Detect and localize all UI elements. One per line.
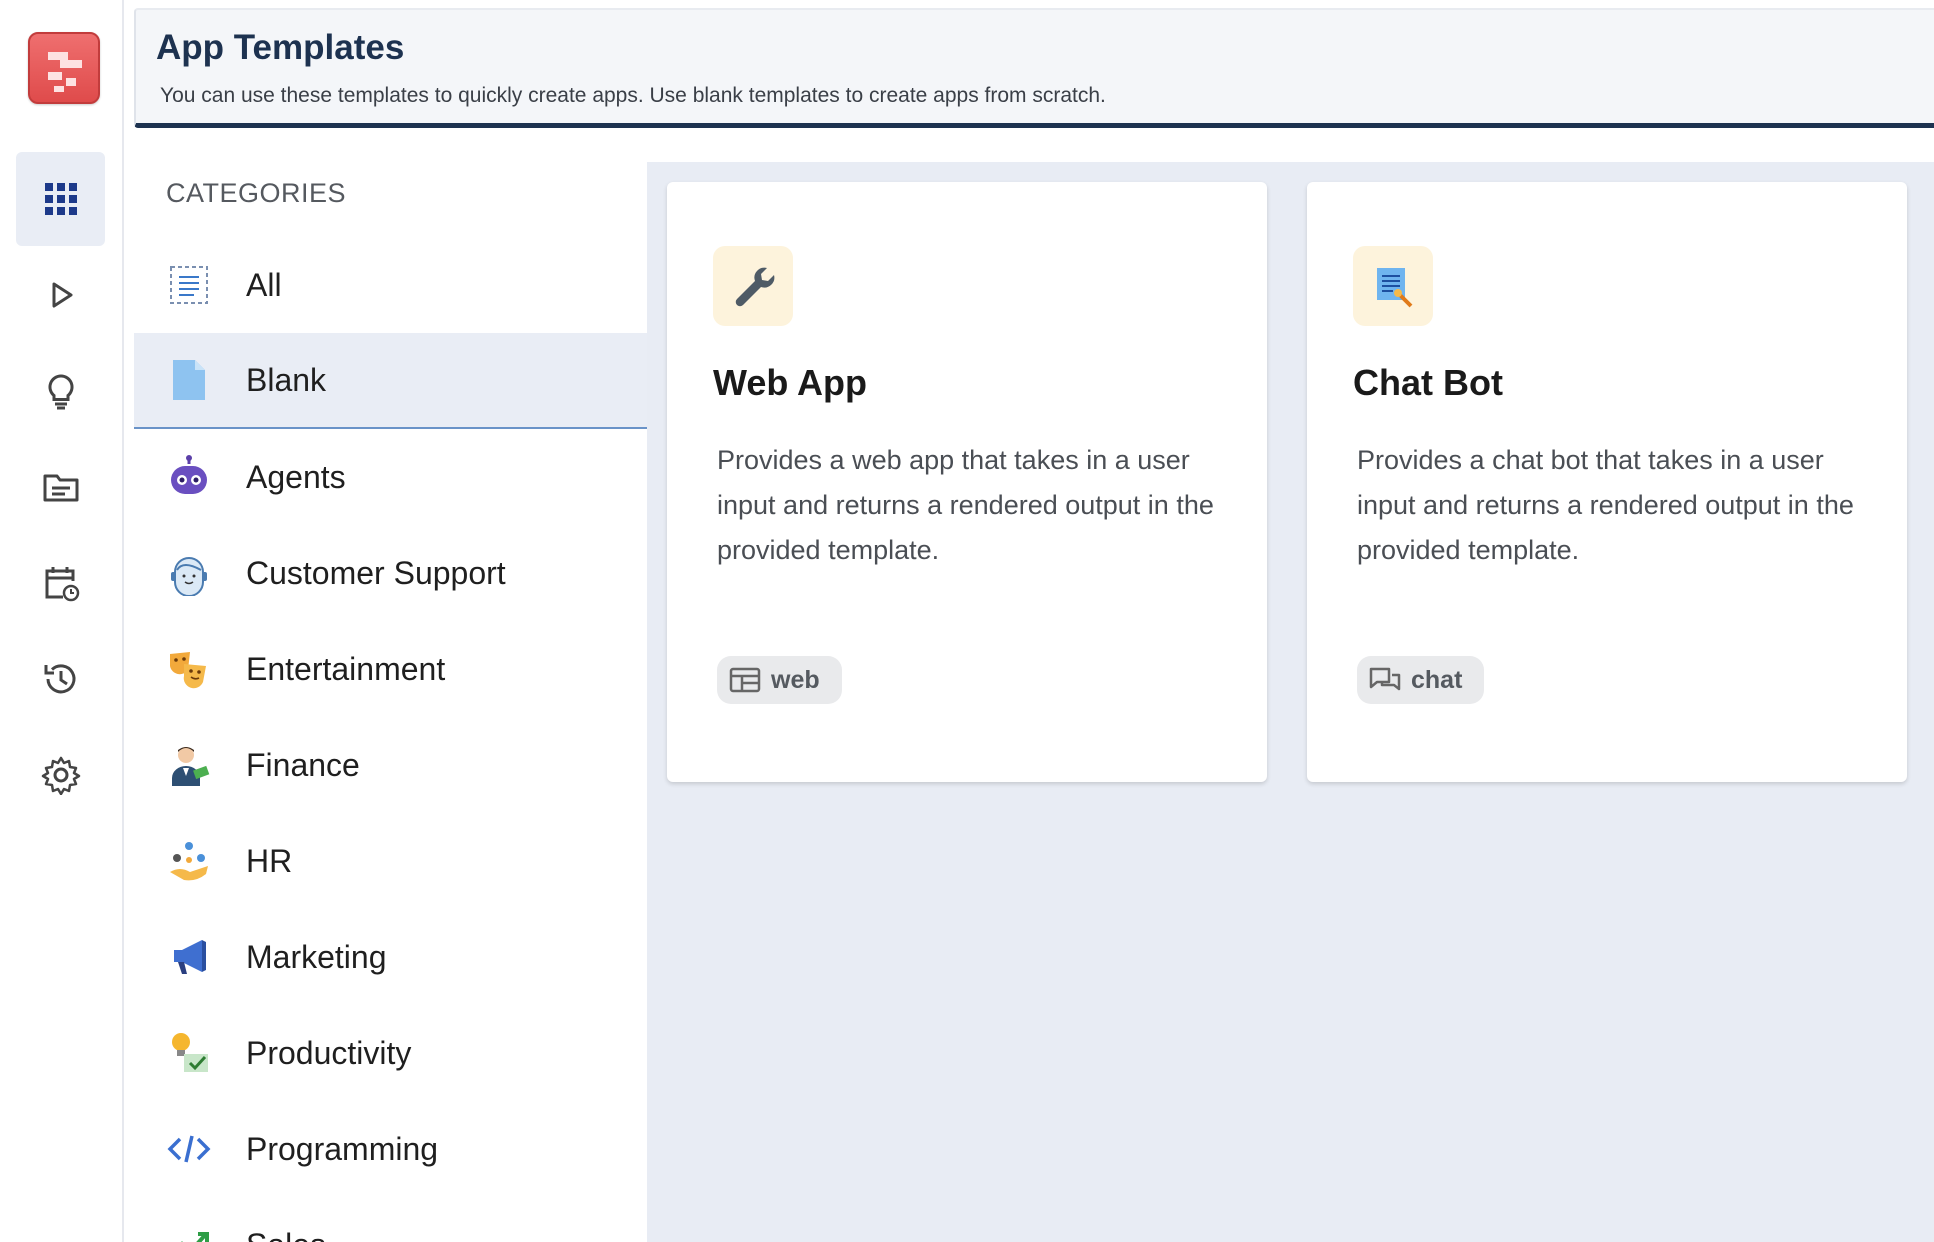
tag-chip-chat: chat: [1357, 656, 1485, 704]
wrench-icon: [735, 267, 775, 307]
page-header: App Templates You can use these template…: [134, 8, 1934, 128]
card-icon-container: [1353, 246, 1433, 326]
apps-grid-icon: [44, 183, 77, 215]
rail-templates-button[interactable]: [16, 152, 105, 246]
category-item-hr[interactable]: HR: [134, 813, 647, 909]
rail-ideas-button[interactable]: [16, 344, 105, 438]
category-label: Marketing: [246, 938, 387, 975]
tag-label: chat: [1411, 665, 1463, 694]
category-item-finance[interactable]: Finance: [134, 717, 647, 813]
category-item-all[interactable]: All: [134, 237, 647, 333]
rail-history-button[interactable]: [16, 632, 105, 726]
category-item-blank[interactable]: Blank: [134, 333, 647, 429]
tag-label: web: [771, 665, 820, 694]
lightbulb-icon: [48, 374, 73, 410]
list-icon: [166, 262, 212, 308]
finance-person-icon: [166, 742, 212, 788]
category-label: Entertainment: [246, 650, 446, 687]
card-title: Web App: [713, 362, 867, 403]
category-label: HR: [246, 842, 293, 879]
robot-icon: [166, 454, 212, 500]
code-icon: [166, 1126, 212, 1172]
app-logo[interactable]: [28, 32, 100, 104]
page-title: App Templates: [156, 28, 405, 67]
megaphone-icon: [166, 934, 212, 980]
card-icon-container: [713, 246, 793, 326]
tag-chip-web: web: [717, 656, 842, 704]
category-label: Productivity: [246, 1034, 412, 1071]
productivity-icon: [166, 1030, 212, 1076]
hr-people-icon: [166, 838, 212, 884]
chat-bubbles-icon: [1369, 667, 1401, 691]
play-icon: [52, 282, 72, 308]
category-label: Customer Support: [246, 554, 506, 591]
category-item-agents[interactable]: Agents: [134, 429, 647, 525]
category-label: Blank: [246, 361, 327, 398]
template-card-web-app[interactable]: Web App Provides a web app that takes in…: [667, 182, 1267, 782]
category-item-productivity[interactable]: Productivity: [134, 1005, 647, 1101]
category-label: Programming: [246, 1130, 439, 1167]
category-item-customer-support[interactable]: Customer Support: [134, 525, 647, 621]
category-item-entertainment[interactable]: Entertainment: [134, 621, 647, 717]
card-title: Chat Bot: [1353, 362, 1503, 403]
web-layout-icon: [729, 667, 761, 693]
category-label: Finance: [246, 746, 360, 783]
category-label: Agents: [246, 458, 346, 495]
calendar-history-icon: [45, 567, 79, 602]
category-label: Sales: [246, 1227, 326, 1242]
category-item-marketing[interactable]: Marketing: [134, 909, 647, 1005]
category-item-sales[interactable]: Sales: [134, 1197, 647, 1242]
history-icon: [44, 664, 75, 694]
theater-masks-icon: [166, 646, 212, 692]
category-label: All: [246, 266, 282, 303]
categories-panel: CATEGORIES All Blank Agents Customer Sup…: [134, 162, 647, 1242]
template-card-chat-bot[interactable]: Chat Bot Provides a chat bot that takes …: [1307, 182, 1907, 782]
card-description: Provides a web app that takes in a user …: [717, 445, 1214, 565]
templates-grid: Web App Provides a web app that takes in…: [647, 162, 1934, 1242]
card-description: Provides a chat bot that takes in a user…: [1357, 445, 1854, 565]
blank-document-icon: [166, 357, 212, 403]
rail-run-button[interactable]: [16, 248, 105, 342]
folder-icon: [43, 474, 78, 502]
document-search-icon: [1377, 268, 1413, 308]
rail-files-button[interactable]: [16, 440, 105, 534]
sales-chart-icon: [166, 1222, 212, 1242]
sidebar-rail: [0, 0, 124, 1242]
page-subtitle: You can use these templates to quickly c…: [160, 84, 1106, 107]
rail-schedule-button[interactable]: [16, 536, 105, 630]
settings-icon: [41, 756, 80, 795]
headset-agent-icon: [166, 550, 212, 596]
categories-heading: CATEGORIES: [166, 178, 347, 208]
rail-settings-button[interactable]: [16, 728, 105, 822]
category-item-programming[interactable]: Programming: [134, 1101, 647, 1197]
